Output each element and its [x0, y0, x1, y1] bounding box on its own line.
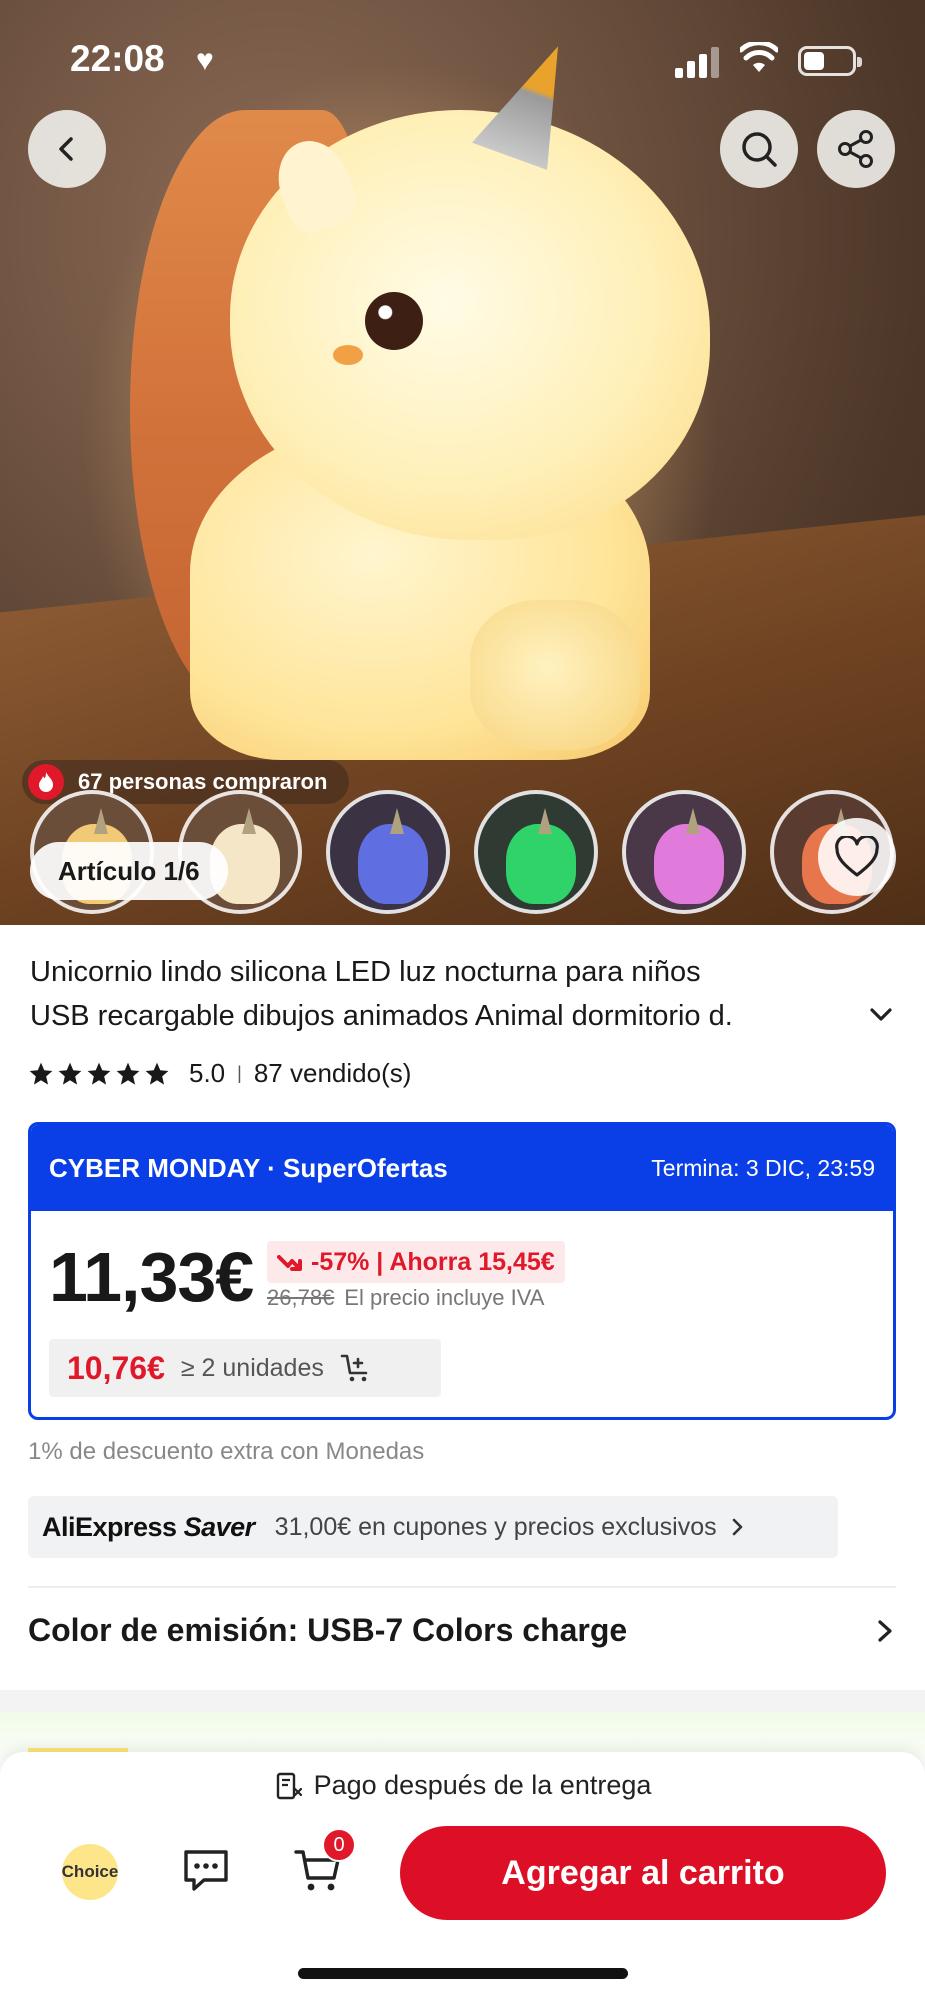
- old-price-row: 26,78€ El precio incluye IVA: [267, 1285, 544, 1311]
- saver-logo-brand: AliExpress: [42, 1511, 177, 1542]
- receipt-icon: [276, 1772, 302, 1799]
- add-to-cart-icon: [340, 1354, 368, 1382]
- sold-count: 87 vendido(s): [253, 1058, 412, 1088]
- star-icon: [87, 1062, 111, 1085]
- thumbnail-4[interactable]: [474, 790, 598, 914]
- star-icon: [29, 1062, 53, 1085]
- arrow-down-icon: [277, 1255, 302, 1271]
- product-title-line-2: USB recargable dibujos animados Animal d…: [30, 1000, 733, 1032]
- current-price: 11,33€: [49, 1238, 254, 1316]
- pay-after-text: Pago después de la entrega: [313, 1770, 652, 1800]
- promo-header: CYBER MONDAY · SuperOfertas Termina: 3 D…: [31, 1125, 893, 1211]
- chevron-right-icon: [878, 1619, 892, 1642]
- divider: [28, 1586, 896, 1588]
- bulk-quantity: ≥ 2 unidades: [180, 1353, 324, 1382]
- product-title-line-1: Unicornio lindo silicona LED luz nocturn…: [30, 956, 701, 988]
- promo-title: CYBER MONDAY · SuperOfertas: [49, 1152, 448, 1183]
- saver-banner[interactable]: AliExpress Saver 31,00€ en cupones y pre…: [28, 1496, 838, 1558]
- variant-label: Color de emisión: USB-7 Colors charge: [28, 1612, 628, 1648]
- share-icon: [838, 130, 873, 168]
- product-title[interactable]: Unicornio lindo silicona LED luz nocturn…: [30, 950, 870, 1038]
- star-icon: [116, 1062, 140, 1085]
- aliexpress-saver-logo: AliExpress Saver: [42, 1512, 255, 1543]
- heart-outline-icon: [835, 836, 879, 877]
- discount-text: -57% | Ahorra 15,45€: [311, 1247, 555, 1276]
- back-button[interactable]: [28, 110, 106, 188]
- home-indicator[interactable]: [298, 1968, 628, 1979]
- bulk-price-tier[interactable]: 10,76€ ≥ 2 unidades: [49, 1339, 441, 1397]
- promo-price-box[interactable]: CYBER MONDAY · SuperOfertas Termina: 3 D…: [28, 1122, 896, 1420]
- wifi-icon: [740, 42, 778, 72]
- choice-button[interactable]: Choice: [62, 1844, 118, 1900]
- battery-icon: [798, 46, 862, 76]
- vat-note: El precio incluye IVA: [344, 1285, 545, 1310]
- rating-row[interactable]: 5.0 | 87 vendido(s): [28, 1058, 411, 1089]
- search-icon: [742, 132, 777, 167]
- thumbnail-3[interactable]: [326, 790, 450, 914]
- saver-text: 31,00€ en cupones y precios exclusivos: [274, 1512, 717, 1541]
- share-button[interactable]: [817, 110, 895, 188]
- saver-logo-word: Saver: [183, 1511, 256, 1542]
- article-counter: Artículo 1/6: [30, 842, 228, 900]
- thumbnail-5[interactable]: [622, 790, 746, 914]
- cellular-signal-icon: [675, 46, 719, 78]
- discount-badge: -57% | Ahorra 15,45€: [267, 1241, 565, 1283]
- star-rating: [28, 1061, 173, 1087]
- promo-end-date: Termina: 3 DIC, 23:59: [651, 1154, 875, 1181]
- add-to-cart-button[interactable]: Agregar al carrito: [400, 1826, 886, 1920]
- bulk-price: 10,76€: [67, 1349, 165, 1386]
- unicorn-cheek: [333, 345, 363, 365]
- chat-icon[interactable]: [180, 1844, 232, 1896]
- unicorn-eye: [365, 292, 423, 350]
- unicorn-leg: [470, 600, 640, 750]
- status-bar: 22:08 ♥: [0, 0, 925, 120]
- separator: |: [237, 1063, 242, 1083]
- favorite-button[interactable]: [818, 818, 896, 896]
- chevron-left-icon: [59, 137, 73, 161]
- bottom-action-bar: Pago después de la entrega Choice 0 Agre…: [0, 1752, 925, 2000]
- original-price: 26,78€: [267, 1285, 335, 1310]
- status-time: 22:08: [70, 38, 165, 79]
- rating-value: 5.0: [189, 1058, 226, 1088]
- star-icon: [145, 1062, 169, 1085]
- star-icon: [58, 1062, 82, 1085]
- search-button[interactable]: [720, 110, 798, 188]
- cart-count-badge: 0: [322, 1828, 356, 1862]
- chevron-down-icon[interactable]: [866, 1000, 896, 1030]
- pay-after-delivery[interactable]: Pago después de la entrega: [0, 1770, 925, 1801]
- section-separator: [0, 1690, 925, 1712]
- chevron-right-icon: [732, 1518, 742, 1536]
- coins-discount-note: 1% de descuento extra con Monedas: [28, 1438, 425, 1465]
- heart-icon: ♥: [196, 44, 214, 77]
- variant-selector[interactable]: Color de emisión: USB-7 Colors charge: [28, 1612, 896, 1649]
